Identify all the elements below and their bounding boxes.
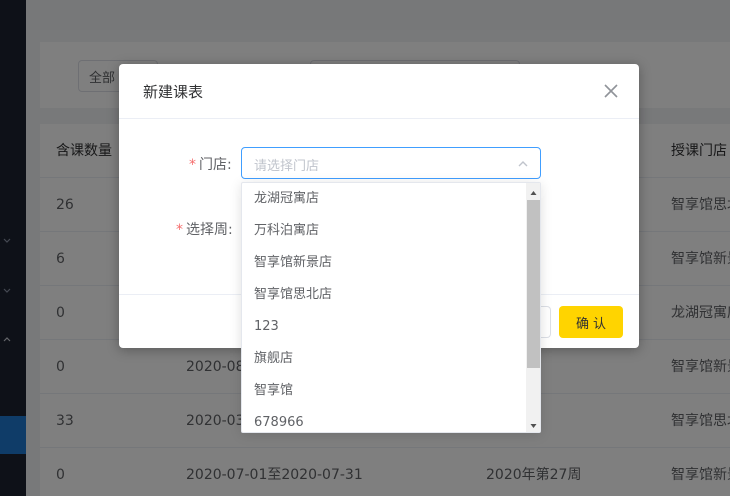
store-option[interactable]: 智享馆新景店 [242,247,526,279]
close-icon[interactable] [601,80,621,102]
week-label-text: 选择周: [186,222,233,238]
required-mark: * [176,222,183,238]
dialog-title: 新建课表 [143,83,204,101]
dropdown-scrollbar[interactable] [526,183,540,432]
scroll-up-icon[interactable] [526,186,540,196]
store-option[interactable]: 678966 [242,407,526,432]
store-option-list: 龙湖冠寓店 万科泊寓店 智享馆新景店 智享馆思北店 123 旗舰店 智享馆 67… [242,183,526,432]
store-option[interactable]: 智享馆 [242,375,526,407]
chevron-up-icon [516,157,530,171]
store-option[interactable]: 龙湖冠寓店 [242,183,526,215]
confirm-button[interactable]: 确认 [559,306,623,338]
store-option[interactable]: 万科泊寓店 [242,215,526,247]
store-option[interactable]: 123 [242,311,526,343]
dialog-header: 新建课表 [119,64,639,119]
store-option[interactable]: 旗舰店 [242,343,526,375]
store-option[interactable]: 智享馆思北店 [242,279,526,311]
store-select[interactable]: 请选择门店 [241,147,541,179]
required-mark: * [189,157,196,173]
store-label-text: 门店: [199,157,232,173]
week-label: * 选择周: [176,219,233,239]
scrollbar-thumb[interactable] [527,200,540,368]
store-dropdown: 龙湖冠寓店 万科泊寓店 智享馆新景店 智享馆思北店 123 旗舰店 智享馆 67… [241,182,541,433]
store-label: * 门店: [189,154,232,174]
store-select-placeholder: 请选择门店 [254,159,320,174]
scroll-down-icon[interactable] [526,419,540,429]
